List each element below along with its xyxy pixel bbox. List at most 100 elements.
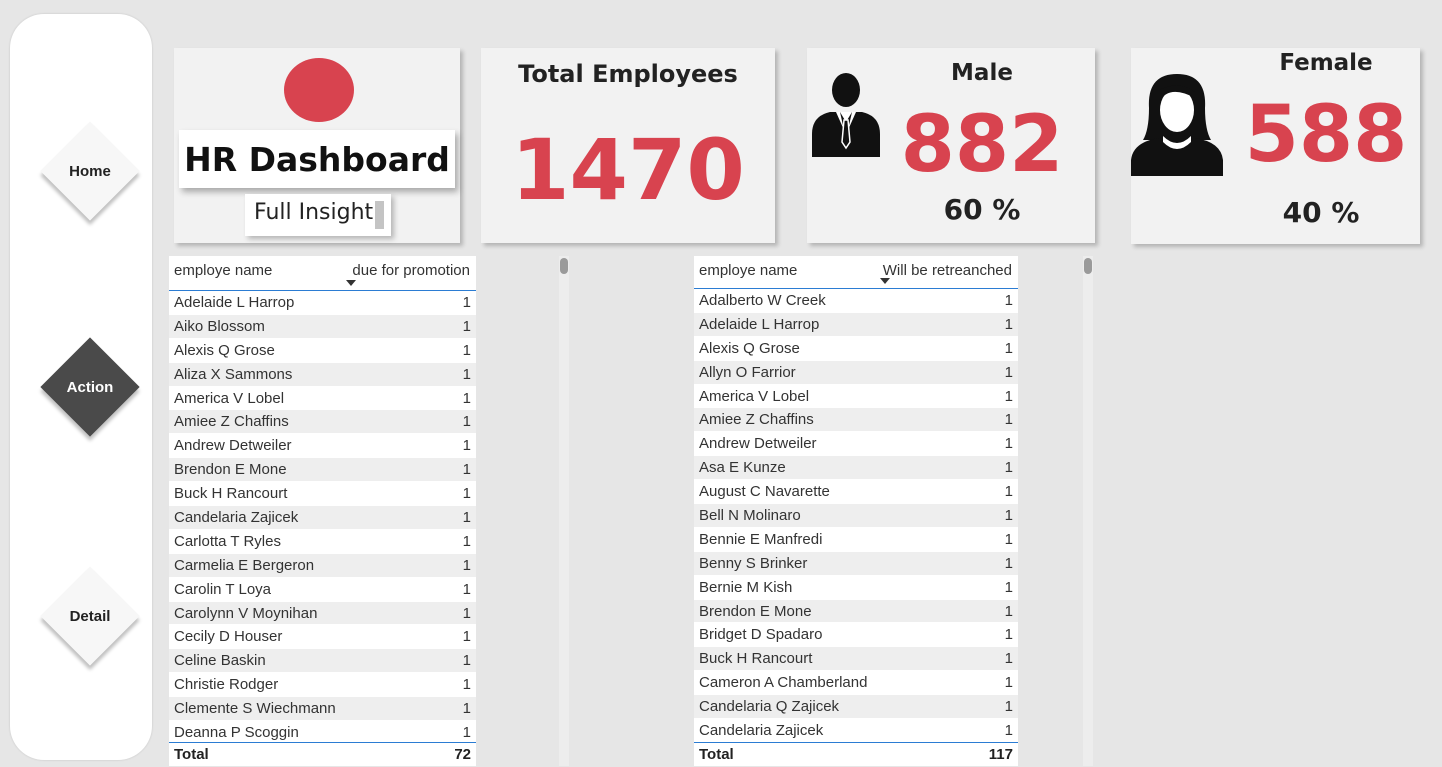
action-button[interactable]: Action — [40, 337, 140, 437]
table-row[interactable]: Alexis Q Grose 1 — [169, 338, 476, 363]
value-cell: 1 — [1004, 363, 1013, 381]
employee-name-cell: America V Lobel — [699, 387, 810, 405]
table-row[interactable]: Candelaria Q Zajicek 1 — [694, 695, 1018, 720]
table-row[interactable]: Aliza X Sammons 1 — [169, 362, 476, 387]
employee-name-cell: Adalberto W Creek — [699, 292, 826, 309]
value-cell: 1 — [1004, 315, 1013, 333]
table-row[interactable]: Bernie M Kish 1 — [694, 575, 1018, 600]
value-cell: 1 — [1004, 339, 1013, 357]
table-row[interactable]: Andrew Detweiler 1 — [694, 432, 1018, 457]
retrench-table-body: Adalberto W Creek 1 Adelaide L Harrop 1 Alex… — [694, 289, 1018, 743]
table-row[interactable]: Clemente S Wiechmann 1 — [169, 697, 476, 722]
table-row[interactable]: Carolynn V Moynihan 1 — [169, 601, 476, 626]
value-cell: 1 — [1004, 626, 1013, 644]
table-row[interactable]: Andrew Detweiler 1 — [169, 434, 476, 459]
employee-name-cell: Allyn O Farrior — [699, 363, 796, 381]
promotion-total-value: 72 — [454, 746, 471, 763]
retrench-scrollbar[interactable] — [1083, 256, 1093, 766]
employee-name-cell: Buck H Rancourt — [699, 650, 813, 668]
value-cell: 1 — [1004, 435, 1013, 453]
value-cell: 1 — [462, 437, 471, 455]
table-row[interactable]: Carolin T Loya 1 — [169, 577, 476, 602]
value-cell: 1 — [1004, 602, 1013, 620]
table-row[interactable]: Buck H Rancourt 1 — [169, 482, 476, 507]
employee-name-cell: Candelaria Zajicek — [174, 509, 299, 527]
detail-button[interactable]: Detail — [40, 566, 140, 666]
table-row[interactable]: Adelaide L Harrop 1 — [694, 312, 1018, 337]
promotion-col-name[interactable]: employe name — [174, 262, 272, 279]
table-row[interactable]: Buck H Rancourt 1 — [694, 647, 1018, 672]
table-row[interactable]: Celine Baskin 1 — [169, 649, 476, 674]
employee-name-cell: Bernie M Kish — [699, 578, 793, 596]
brand-logo-circle — [284, 58, 354, 122]
table-row[interactable]: Aiko Blossom 1 — [169, 314, 476, 339]
table-row[interactable]: Bennie E Manfredi 1 — [694, 527, 1018, 552]
value-cell: 1 — [462, 700, 471, 718]
subtitle-text: Full Insight — [254, 200, 374, 225]
employee-name-cell: America V Lobel — [174, 389, 285, 407]
value-cell: 1 — [1004, 292, 1013, 309]
employee-name-cell: Amiee Z Chaffins — [174, 413, 289, 431]
table-row[interactable]: Candelaria Zajicek 1 — [169, 506, 476, 530]
retrench-col-value[interactable]: Will be retreanched — [883, 262, 1012, 279]
value-cell: 1 — [1004, 483, 1013, 501]
total-employees-card: Total Employees 1470 — [481, 48, 775, 243]
table-row[interactable]: Asa E Kunze 1 — [694, 456, 1018, 481]
table-row[interactable]: Christie Rodger 1 — [169, 673, 476, 698]
promotion-scrollbar[interactable] — [559, 256, 569, 766]
retrench-col-name[interactable]: employe name — [699, 262, 797, 279]
retrench-scroll-thumb[interactable] — [1084, 258, 1092, 274]
table-row[interactable]: Cecily D Houser 1 — [169, 625, 476, 650]
table-row[interactable]: Bridget D Spadaro 1 — [694, 623, 1018, 648]
value-cell: 1 — [462, 365, 471, 383]
value-cell: 1 — [1004, 507, 1013, 525]
sort-arrow-icon[interactable] — [880, 278, 890, 284]
home-button[interactable]: Home — [40, 121, 140, 221]
employee-name-cell: Cameron A Chamberland — [699, 674, 868, 692]
table-row[interactable]: Adalberto W Creek 1 — [694, 289, 1018, 313]
employee-name-cell: Candelaria Zajicek — [699, 722, 824, 740]
female-card: Female 588 40 % — [1131, 48, 1420, 244]
male-card: Male 882 60 % — [807, 48, 1095, 243]
value-cell: 1 — [462, 317, 471, 335]
employee-name-cell: Candelaria Q Zajicek — [699, 698, 840, 716]
employee-name-cell: Amiee Z Chaffins — [699, 411, 814, 429]
employee-name-cell: Buck H Rancourt — [174, 485, 288, 503]
woman-icon — [1131, 74, 1223, 176]
table-row[interactable]: Adelaide L Harrop 1 — [169, 291, 476, 315]
employee-name-cell: Aliza X Sammons — [174, 365, 293, 383]
table-row[interactable]: Amiee Z Chaffins 1 — [694, 408, 1018, 433]
value-cell: 1 — [1004, 459, 1013, 477]
employee-name-cell: August C Navarette — [699, 483, 830, 501]
table-row[interactable]: Candelaria Zajicek 1 — [694, 719, 1018, 743]
dashboard-title: HR Dashboard — [179, 130, 455, 188]
promotion-table-header: employe name due for promotion — [169, 256, 476, 291]
table-row[interactable]: Benny S Brinker 1 — [694, 551, 1018, 576]
promotion-scroll-thumb[interactable] — [560, 258, 568, 274]
employee-name-cell: Adelaide L Harrop — [174, 294, 295, 311]
retrench-table-header: employe name Will be retreanched — [694, 256, 1018, 289]
promotion-table-body: Adelaide L Harrop 1 Aiko Blossom 1 Alexis Q … — [169, 291, 476, 745]
table-row[interactable]: August C Navarette 1 — [694, 480, 1018, 505]
table-row[interactable]: America V Lobel 1 — [694, 384, 1018, 409]
table-row[interactable]: Brendon E Mone 1 — [169, 458, 476, 483]
table-row[interactable]: Allyn O Farrior 1 — [694, 360, 1018, 385]
retrench-table-total: Total 117 — [694, 742, 1018, 766]
table-row[interactable]: Cameron A Chamberland 1 — [694, 671, 1018, 696]
table-row[interactable]: Alexis Q Grose 1 — [694, 336, 1018, 361]
table-row[interactable]: Brendon E Mone 1 — [694, 599, 1018, 624]
promotion-col-value[interactable]: due for promotion — [352, 262, 470, 279]
detail-label: Detail — [69, 607, 111, 625]
table-row[interactable]: America V Lobel 1 — [169, 386, 476, 411]
table-row[interactable]: Carmelia E Bergeron 1 — [169, 553, 476, 578]
table-row[interactable]: Amiee Z Chaffins 1 — [169, 410, 476, 435]
employee-name-cell: Clemente S Wiechmann — [174, 700, 336, 718]
brand-card: HR Dashboard Full Insight — [174, 48, 460, 243]
value-cell: 1 — [1004, 530, 1013, 548]
total-employees-value: 1470 — [511, 121, 745, 219]
value-cell: 1 — [462, 341, 471, 359]
text-cursor — [375, 201, 384, 229]
sort-arrow-icon[interactable] — [346, 280, 356, 286]
table-row[interactable]: Carlotta T Ryles 1 — [169, 529, 476, 554]
table-row[interactable]: Bell N Molinaro 1 — [694, 504, 1018, 528]
